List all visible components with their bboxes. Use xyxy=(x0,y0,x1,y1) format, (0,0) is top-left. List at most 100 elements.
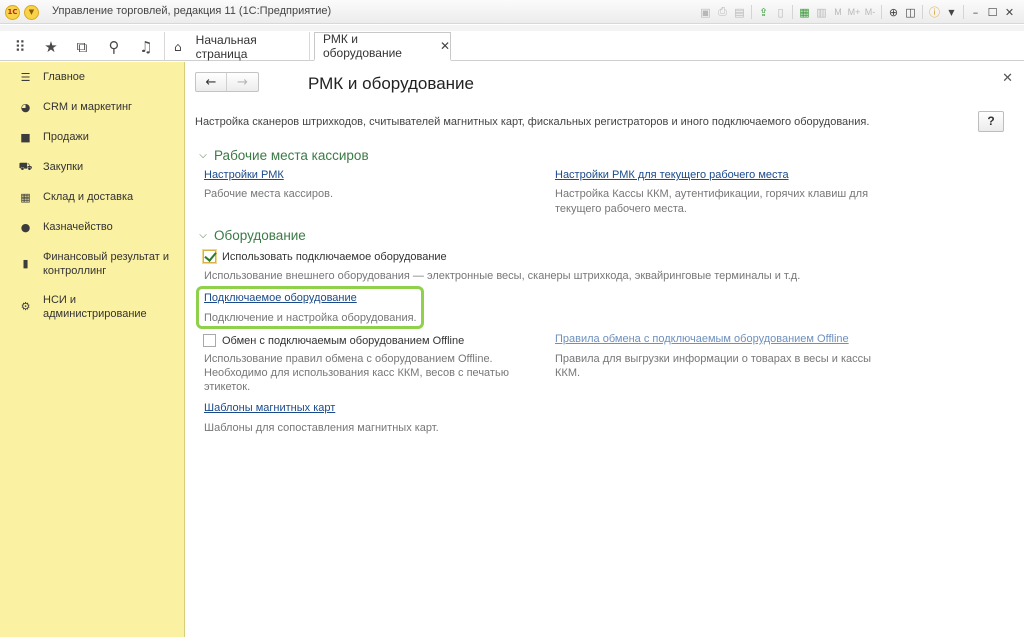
cart-icon: ⛟ xyxy=(18,159,33,173)
sidebar-item-sales[interactable]: ■ Продажи xyxy=(0,130,185,144)
sections-grid-icon[interactable]: ⠿ xyxy=(11,38,29,56)
toolbar-divider xyxy=(751,5,752,19)
info-icon[interactable]: ⓘ xyxy=(926,4,943,21)
offline-note-line2: Необходимо для использования касс ККМ, в… xyxy=(204,367,509,379)
group-title: Оборудование xyxy=(214,228,306,243)
page-title: РМК и оборудование xyxy=(308,74,475,93)
toolbar-divider xyxy=(963,5,964,19)
close-window-icon[interactable]: ✕ xyxy=(1001,4,1018,21)
sidebar-item-label: Главное xyxy=(43,71,86,83)
toolbar-divider xyxy=(881,5,882,19)
group-title: Рабочие места кассиров xyxy=(214,148,369,163)
sidebar-item-warehouse[interactable]: ▦ Склад и доставка xyxy=(0,190,185,204)
preview-icon[interactable]: ▤ xyxy=(731,4,748,21)
sidebar-item-label: Продажи xyxy=(43,131,89,143)
zoom-icon[interactable]: ⊕ xyxy=(885,4,902,21)
toolbar-divider xyxy=(922,5,923,19)
rmk-settings-note: Рабочие места кассиров. xyxy=(204,188,334,200)
coin-icon: ● xyxy=(20,220,31,234)
close-tab-icon[interactable]: ✕ xyxy=(440,39,450,53)
sidebar-item-label: Финансовый результат и контроллинг xyxy=(43,251,169,277)
bell-icon[interactable]: ♫ xyxy=(137,38,155,56)
offline-rules-note-line1: Правила для выгрузки информации о товара… xyxy=(555,353,872,365)
window-title: Управление торговлей, редакция 11 (1С:Пр… xyxy=(52,5,332,17)
memory-plus-button[interactable]: M+ xyxy=(846,4,862,21)
sidebar: ☰ Главное ◕ CRM и маркетинг ■ Продажи ⛟ … xyxy=(0,62,185,637)
pie-chart-icon: ◕ xyxy=(20,100,31,114)
offline-exchange-checkbox-row[interactable]: Обмен с подключаемым оборудованием Offli… xyxy=(203,334,464,347)
chevron-down-icon[interactable]: ▼ xyxy=(943,4,960,21)
bar-chart-icon: ▮ xyxy=(22,256,29,270)
chevron-down-icon: ⌵ xyxy=(199,230,207,241)
memory-minus-button[interactable]: M- xyxy=(862,4,878,21)
document-icon[interactable]: ▯ xyxy=(772,4,789,21)
print-icon[interactable]: ⎙ xyxy=(714,4,731,21)
chevron-down-icon: ⌵ xyxy=(199,150,207,161)
sidebar-item-label: Закупки xyxy=(43,161,84,173)
help-button[interactable]: ? xyxy=(978,111,1004,132)
calculator-icon[interactable]: ▦ xyxy=(796,4,813,21)
favorites-star-icon[interactable]: ★ xyxy=(42,38,60,56)
offline-rules-note-line2: ККМ. xyxy=(555,367,581,379)
tab-label: Начальная страница xyxy=(195,32,257,61)
connected-equipment-note: Подключение и настройка оборудования. xyxy=(204,312,417,324)
connected-equipment-link[interactable]: Подключаемое оборудование xyxy=(204,292,357,304)
1c-logo-icon[interactable]: 1С xyxy=(5,5,20,20)
sidebar-item-treasury[interactable]: ● Казначейство xyxy=(0,220,185,234)
close-icon[interactable]: ✕ xyxy=(1002,71,1013,86)
sidebar-item-crm[interactable]: ◕ CRM и маркетинг xyxy=(0,100,185,114)
sidebar-item-finance[interactable]: ▮ Финансовый результат и контроллинг xyxy=(0,250,185,278)
shopping-bag-icon: ■ xyxy=(20,130,31,144)
offline-exchange-label: Обмен с подключаемым оборудованием Offli… xyxy=(222,334,465,347)
sidebar-item-purchases[interactable]: ⛟ Закупки xyxy=(0,160,185,174)
maximize-icon[interactable]: ☐ xyxy=(984,4,1001,21)
sidebar-item-admin[interactable]: ⚙ НСИ и администрирование xyxy=(0,293,185,321)
sidebar-item-label: CRM и маркетинг xyxy=(43,101,133,113)
offline-rules-link[interactable]: Правила обмена с подключаемым оборудован… xyxy=(555,333,849,345)
title-bar: 1С ▼ Управление торговлей, редакция 11 (… xyxy=(0,0,1024,24)
menu-lines-icon: ☰ xyxy=(20,70,31,84)
tab-label: РМК и оборудование xyxy=(323,32,402,60)
panels-icon[interactable]: ◫ xyxy=(902,4,919,21)
minimize-icon[interactable]: – xyxy=(967,4,984,21)
sidebar-item-main[interactable]: ☰ Главное xyxy=(0,70,185,84)
upload-icon[interactable]: ⇪ xyxy=(755,4,772,21)
memory-button[interactable]: M xyxy=(830,4,846,21)
offline-exchange-checkbox[interactable] xyxy=(203,334,216,347)
use-equipment-checkbox[interactable] xyxy=(203,250,216,263)
rmk-settings-link[interactable]: Настройки РМК xyxy=(204,169,284,181)
back-arrow-icon[interactable]: ← xyxy=(196,73,227,91)
forward-arrow-icon[interactable]: → xyxy=(227,73,258,91)
save-icon[interactable]: ▣ xyxy=(697,4,714,21)
calendar-icon[interactable]: ▥ xyxy=(813,4,830,21)
sidebar-item-label: НСИ и администрирование xyxy=(43,294,147,320)
navigation-bar: ⠿ ★ ⧉ ⚲ ♫ ⌂ Начальная страница РМК и обо… xyxy=(0,31,1024,61)
history-nav: ← → xyxy=(195,72,259,92)
offline-note-line3: этикеток. xyxy=(204,381,251,393)
gear-icon: ⚙ xyxy=(20,299,31,313)
sidebar-item-label: Склад и доставка xyxy=(43,191,134,203)
search-icon[interactable]: ⚲ xyxy=(105,38,123,56)
magnetic-templates-note: Шаблоны для сопоставления магнитных карт… xyxy=(204,422,439,434)
page-description: Настройка сканеров штрихкодов, считывате… xyxy=(195,116,870,128)
tab-rmk-equipment[interactable]: РМК и оборудование ✕ xyxy=(314,32,451,61)
current-rmk-link[interactable]: Настройки РМК для текущего рабочего мест… xyxy=(555,169,789,181)
offline-note-line1: Использование правил обмена с оборудован… xyxy=(204,353,493,365)
toolbar-divider xyxy=(792,5,793,19)
use-equipment-note: Использование внешнего оборудования — эл… xyxy=(204,270,801,282)
warehouse-icon: ▦ xyxy=(20,190,31,204)
main-menu-dropdown-icon[interactable]: ▼ xyxy=(24,5,39,20)
tab-home[interactable]: ⌂ Начальная страница xyxy=(164,32,310,61)
sidebar-item-label: Казначейство xyxy=(43,221,113,233)
history-icon[interactable]: ⧉ xyxy=(73,38,91,56)
group-cashiers[interactable]: ⌵ Рабочие места кассиров xyxy=(197,148,369,163)
current-rmk-note-line2: текущего рабочего места. xyxy=(555,203,687,215)
current-rmk-note-line1: Настройка Кассы ККМ, аутентификации, гор… xyxy=(555,188,869,200)
use-equipment-label: Использовать подключаемое оборудование xyxy=(222,250,447,263)
window-toolbar: ▣ ⎙ ▤ ⇪ ▯ ▦ ▥ M M+ M- ⊕ ◫ ⓘ ▼ – ☐ ✕ xyxy=(697,3,1018,21)
group-equipment[interactable]: ⌵ Оборудование xyxy=(197,228,306,243)
main-content: ← → РМК и оборудование ✕ ? Настройка ска… xyxy=(186,62,1024,637)
use-equipment-checkbox-row[interactable]: Использовать подключаемое оборудование xyxy=(203,250,447,263)
magnetic-templates-link[interactable]: Шаблоны магнитных карт xyxy=(204,402,335,414)
home-icon: ⌂ xyxy=(174,39,182,54)
